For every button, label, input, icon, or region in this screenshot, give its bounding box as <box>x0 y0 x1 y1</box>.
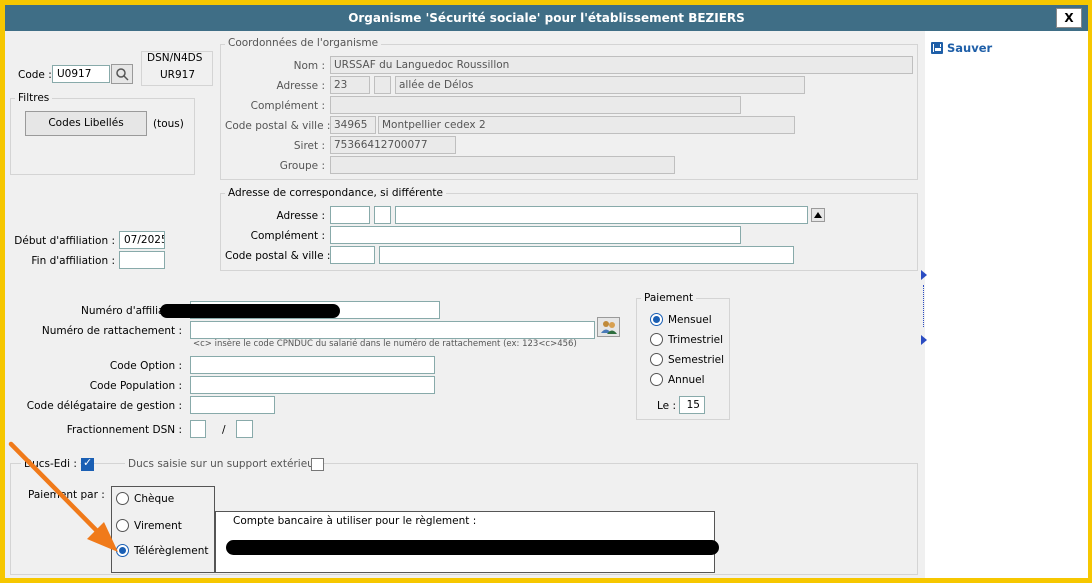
redaction-bar <box>160 304 340 318</box>
filters-group <box>10 98 195 175</box>
adresse-voie-field: allée de Délos <box>395 76 805 94</box>
code-input[interactable]: U0917 <box>52 65 110 83</box>
users-icon <box>600 321 617 334</box>
radio-mensuel[interactable] <box>650 313 663 326</box>
filters-title: Filtres <box>15 92 53 104</box>
nom-field: URSSAF du Languedoc Roussillon <box>330 56 913 74</box>
cp-label: Code postal & ville : <box>225 120 331 132</box>
search-button[interactable] <box>111 64 133 84</box>
search-icon <box>116 68 129 81</box>
codes-libelles-button[interactable]: Codes Libellés <box>25 111 147 136</box>
compte-bancaire-label: Compte bancaire à utiliser pour le règle… <box>233 515 477 527</box>
corr-complement-input[interactable] <box>330 226 741 244</box>
title-bar: Organisme 'Sécurité sociale' pour l'étab… <box>5 5 1088 31</box>
window-title: Organisme 'Sécurité sociale' pour l'étab… <box>348 11 745 25</box>
corr-cp-label: Code postal & ville : <box>225 250 331 262</box>
code-delegataire-label: Code délégataire de gestion : <box>26 400 182 412</box>
corr-complement-label: Complément : <box>250 230 325 242</box>
paiement-title: Paiement <box>641 292 697 304</box>
corr-cp-input[interactable] <box>330 246 375 264</box>
fin-affiliation-input[interactable] <box>119 251 165 269</box>
fin-affiliation-label: Fin d'affiliation : <box>31 255 115 267</box>
annotation-arrow-icon <box>8 441 118 552</box>
splitter-arrow-icon[interactable] <box>921 270 927 280</box>
rattachement-help-text: <c> insère le code CPNDUC du salarié dan… <box>193 339 577 349</box>
code-population-label: Code Population : <box>89 380 182 392</box>
organisme-title: Coordonnées de l'organisme <box>225 37 382 49</box>
method-virement-label: Virement <box>134 520 182 532</box>
save-label: Sauver <box>947 41 993 55</box>
corr-adresse-num-input[interactable] <box>330 206 370 224</box>
triangle-up-icon <box>814 212 822 218</box>
paiement-le-label: Le : <box>657 400 677 412</box>
cp-field: 34965 <box>330 116 376 134</box>
ducs-support-label: Ducs saisie sur un support extérieur <box>125 458 322 470</box>
groupe-field <box>330 156 675 174</box>
filter-tous-label: (tous) <box>153 118 184 130</box>
redaction-bar <box>226 540 719 555</box>
numero-affiliation-label: Numéro d'affiliati <box>81 305 172 317</box>
corr-adresse-label: Adresse : <box>276 210 326 222</box>
method-cheque-label: Chèque <box>134 493 175 505</box>
splitter-arrow-icon[interactable] <box>921 335 927 345</box>
debut-affiliation-label: Début d'affiliation : <box>14 235 115 247</box>
adresse-expand-button[interactable] <box>811 208 825 222</box>
code-label: Code : <box>18 69 52 81</box>
code-option-input[interactable] <box>190 356 435 374</box>
radio-trimestriel[interactable] <box>650 333 663 346</box>
paiement-option-trimestriel: Trimestriel <box>668 334 723 346</box>
numero-rattachement-input[interactable] <box>190 321 595 339</box>
siret-label: Siret : <box>293 140 325 152</box>
paiement-option-mensuel: Mensuel <box>668 314 712 326</box>
corr-adresse-bis-input[interactable] <box>374 206 391 224</box>
fractionnement-input-1[interactable] <box>190 420 206 438</box>
radio-semestriel[interactable] <box>650 353 663 366</box>
corr-adresse-voie-input[interactable] <box>395 206 808 224</box>
complement-field <box>330 96 741 114</box>
adresse-num-field: 23 <box>330 76 370 94</box>
dsn-value: UR917 <box>160 69 196 81</box>
ducs-support-checkbox[interactable] <box>311 458 324 471</box>
action-panel: Sauver <box>925 31 1088 578</box>
adresse-label: Adresse : <box>276 80 326 92</box>
correspondance-title: Adresse de correspondance, si différente <box>225 187 446 199</box>
floppy-disk-icon <box>931 42 943 54</box>
close-button[interactable]: X <box>1056 8 1082 28</box>
corr-ville-input[interactable] <box>379 246 794 264</box>
nom-label: Nom : <box>293 60 325 72</box>
code-delegataire-input[interactable] <box>190 396 275 414</box>
siret-field: 75366412700077 <box>330 136 456 154</box>
paiement-option-semestriel: Semestriel <box>668 354 725 366</box>
code-population-input[interactable] <box>190 376 435 394</box>
lookup-users-button[interactable] <box>597 317 620 337</box>
method-telereglement-label: Télérèglement <box>134 545 209 557</box>
adresse-bis-field <box>374 76 391 94</box>
debut-affiliation-input[interactable]: 07/2025 <box>119 231 165 249</box>
ville-field: Montpellier cedex 2 <box>378 116 795 134</box>
fractionnement-separator: / <box>222 424 226 436</box>
paiement-le-input[interactable]: 15 <box>679 396 705 414</box>
complement-label: Complément : <box>250 100 325 112</box>
dsn-label: DSN/N4DS <box>147 52 203 64</box>
groupe-label: Groupe : <box>279 160 325 172</box>
numero-rattachement-label: Numéro de rattachement : <box>41 325 182 337</box>
dialog-window: Organisme 'Sécurité sociale' pour l'étab… <box>5 5 1088 578</box>
radio-annuel[interactable] <box>650 373 663 386</box>
fractionnement-input-2[interactable] <box>236 420 253 438</box>
code-option-label: Code Option : <box>109 360 182 372</box>
splitter-line <box>923 285 924 327</box>
save-button[interactable]: Sauver <box>931 41 992 55</box>
paiement-option-annuel: Annuel <box>668 374 705 386</box>
